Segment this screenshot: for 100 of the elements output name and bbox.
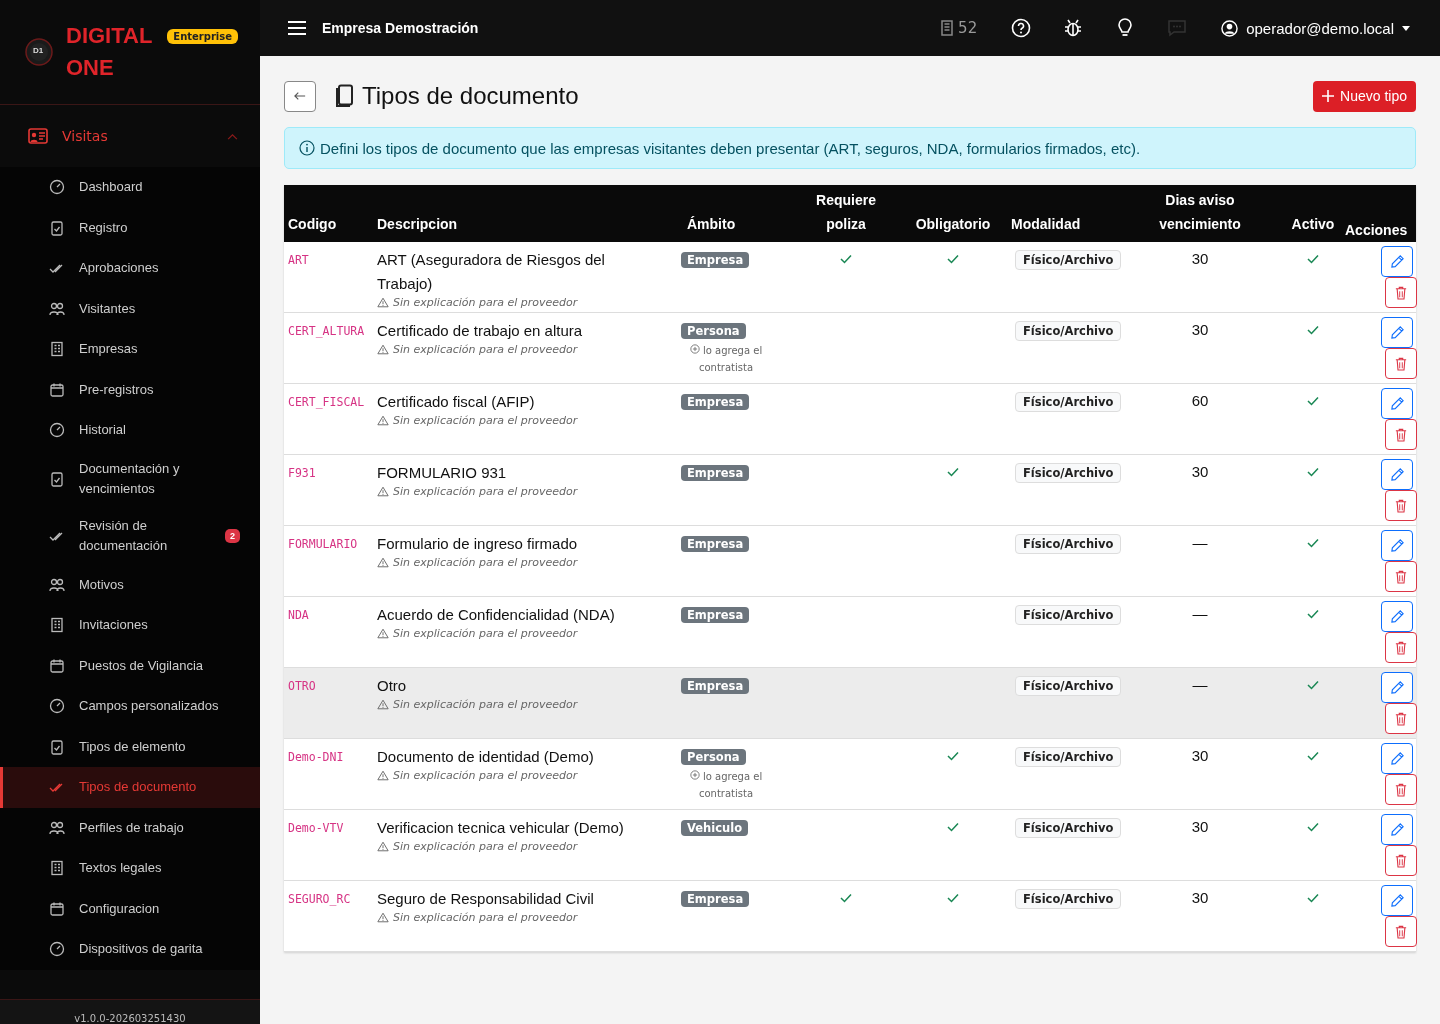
- notice-days: —: [1192, 534, 1208, 551]
- sidebar-item[interactable]: Tipos de elemento: [0, 726, 260, 767]
- sidebar-item[interactable]: Empresas: [0, 329, 260, 370]
- document-code: OTRO: [288, 679, 316, 693]
- user-menu[interactable]: operador@demo.local: [1221, 19, 1410, 37]
- note-text: Sin explicación para el proveedor: [393, 911, 578, 924]
- scope-badge: Empresa: [681, 394, 750, 410]
- column-header: Codigo: [287, 215, 338, 234]
- note-text: Sin explicación para el proveedor: [393, 627, 578, 640]
- sidebar-item[interactable]: Invitaciones: [0, 605, 260, 646]
- modality-badge: Físico/Archivo: [1015, 818, 1122, 838]
- note-text: Sin explicación para el proveedor: [393, 414, 578, 427]
- modality-badge: Físico/Archivo: [1015, 534, 1122, 554]
- sidebar-item[interactable]: Pre-registros: [0, 369, 260, 410]
- column-header: Obligatorio: [914, 215, 992, 234]
- sidebar-item[interactable]: Registro: [0, 207, 260, 248]
- notice-days: —: [1192, 605, 1208, 622]
- sidebar-item[interactable]: Textos legales: [0, 848, 260, 889]
- column-header: Ámbito: [686, 215, 737, 234]
- scope-badge: Empresa: [681, 891, 750, 907]
- document-description: Otro: [377, 676, 408, 696]
- scope-badge: Persona: [681, 749, 746, 765]
- sidebar-item[interactable]: Revisión de documentación 2: [0, 507, 260, 565]
- scope-note: lo agrega el contratista: [689, 345, 763, 373]
- note-text: Sin explicación para el proveedor: [393, 296, 578, 309]
- scope-badge: Empresa: [681, 252, 750, 268]
- document-description: Certificado de trabajo en altura: [377, 321, 584, 341]
- notice-days: 30: [1191, 818, 1209, 835]
- modality-badge: Físico/Archivo: [1015, 676, 1122, 696]
- document-code: NDA: [288, 608, 309, 622]
- document-code: CERT_FISCAL: [288, 395, 365, 409]
- note-text: Sin explicación para el proveedor: [393, 343, 578, 356]
- notice-days: 30: [1191, 321, 1209, 338]
- notice-days: 30: [1191, 250, 1209, 267]
- scope-badge: Empresa: [681, 607, 750, 623]
- document-code: F931: [288, 466, 316, 480]
- document-description: Seguro de Responsabilidad Civil: [377, 889, 595, 909]
- new-button[interactable]: Nuevo tipo: [1313, 80, 1416, 112]
- sidebar-item[interactable]: Dashboard: [0, 167, 260, 208]
- document-description: FORMULARIO 931: [377, 463, 508, 483]
- sidebar-item[interactable]: Documentación y vencimientos: [0, 450, 260, 508]
- document-description: Acuerdo de Confidencialidad (NDA): [377, 605, 616, 625]
- scope-note: lo agrega el contratista: [689, 771, 763, 799]
- document-code: Demo-VTV: [288, 821, 344, 835]
- scope-badge: Empresa: [681, 678, 750, 694]
- info-text: Defini los tipos de documento que las empresas visitantes deben presentar (ART, seguros, NDA, formularios firmados, etc).: [320, 139, 1141, 157]
- brand-name: DIGITAL: [66, 22, 153, 50]
- scope-badge: Empresa: [681, 465, 750, 481]
- note-text: Sin explicación para el proveedor: [393, 840, 578, 853]
- column-header: Acciones: [1345, 221, 1409, 240]
- notice-days: 60: [1191, 392, 1209, 409]
- notice-days: 30: [1191, 889, 1209, 906]
- count-badge: 2: [225, 529, 240, 543]
- scope-badge: Persona: [681, 323, 746, 339]
- sidebar-item[interactable]: Tipos de documento: [0, 767, 260, 808]
- modality-badge: Físico/Archivo: [1015, 321, 1122, 341]
- column-header: Modalidad: [1011, 215, 1082, 234]
- sidebar-item[interactable]: Aprobaciones: [0, 248, 260, 289]
- sidebar-item[interactable]: Campos personalizados: [0, 686, 260, 727]
- document-description: Verificacion tecnica vehicular (Demo): [377, 818, 625, 838]
- document-code: SEGURO_RC: [288, 892, 351, 906]
- edition-badge: Enterprise: [167, 28, 238, 44]
- logo-text: D1: [33, 46, 44, 55]
- document-code: CERT_ALTURA: [288, 324, 365, 338]
- note-text: Sin explicación para el proveedor: [393, 698, 578, 711]
- document-code: FORMULARIO: [288, 537, 358, 551]
- sidebar-item[interactable]: Visitantes: [0, 288, 260, 329]
- note-text: Sin explicación para el proveedor: [393, 556, 578, 569]
- sidebar-item[interactable]: Perfiles de trabajo: [0, 807, 260, 848]
- scope-badge: Empresa: [681, 536, 750, 552]
- scope-badge: Vehiculo: [681, 820, 749, 836]
- modality-badge: Físico/Archivo: [1015, 250, 1122, 270]
- company-name: Empresa Demostración: [322, 20, 479, 36]
- sidebar-item[interactable]: Motivos: [0, 564, 260, 605]
- document-code: Demo-DNI: [288, 750, 344, 764]
- column-header: Requiere poliza: [815, 191, 877, 234]
- sidebar-item[interactable]: Puestos de Vigilancia: [0, 645, 260, 686]
- column-header: Descripcion: [377, 215, 459, 234]
- note-text: Sin explicación para el proveedor: [393, 769, 578, 782]
- note-text: Sin explicación para el proveedor: [393, 485, 578, 498]
- document-description: Certificado fiscal (AFIP): [377, 392, 536, 412]
- building-count: 52: [958, 19, 978, 37]
- modality-badge: Físico/Archivo: [1015, 889, 1122, 909]
- sidebar-item[interactable]: Configuracion: [0, 888, 260, 929]
- modality-badge: Físico/Archivo: [1015, 605, 1122, 625]
- modality-badge: Físico/Archivo: [1015, 392, 1122, 412]
- modality-badge: Físico/Archivo: [1015, 463, 1122, 483]
- column-header: Activo: [1290, 215, 1336, 234]
- sidebar-item[interactable]: Historial: [0, 410, 260, 451]
- document-description: ART (Aseguradora de Riesgos del Trabajo): [377, 250, 606, 294]
- document-description: Documento de identidad (Demo): [377, 747, 595, 767]
- version-text: v1.0.0-202603251430: [0, 1000, 260, 1024]
- brand-name: ONE: [66, 54, 115, 82]
- notice-days: —: [1192, 676, 1208, 693]
- document-description: Formulario de ingreso firmado: [377, 534, 579, 554]
- notice-days: 30: [1191, 747, 1209, 764]
- document-code: ART: [288, 253, 309, 267]
- column-header: Dias aviso vencimiento: [1158, 191, 1242, 234]
- notice-days: 30: [1191, 463, 1209, 480]
- sidebar-item[interactable]: Dispositivos de garita: [0, 929, 260, 970]
